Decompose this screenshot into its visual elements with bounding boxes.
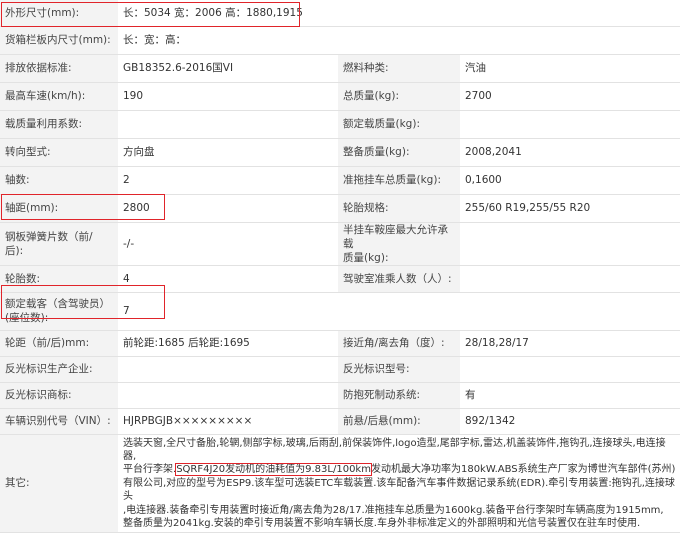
- row-value: HJRPBGJB×××××××××: [118, 408, 338, 435]
- row-label: 反光标识生产企业:: [0, 356, 118, 383]
- row-label: 前悬/后悬(mm):: [338, 408, 460, 435]
- row-value: [460, 222, 680, 266]
- fuel-consumption-highlight: SQRF4J20发动机的油耗值为9.83L/100km: [175, 463, 372, 477]
- table-row: 轴数: 2 准拖挂车总质量(kg): 0,1600: [0, 166, 680, 195]
- row-label-line: 额定载客（含驾驶员）: [5, 298, 110, 310]
- row-label: 货箱栏板内尺寸(mm):: [0, 26, 118, 55]
- table-row: 钢板弹簧片数（前/ 后): -/- 半挂车鞍座最大允许承载 质量(kg):: [0, 222, 680, 266]
- note-line: 选装天窗,全尺寸备胎,轮辋,侧部字标,玻璃,后雨刮,前保装饰件,logo造型,尾…: [123, 437, 666, 462]
- vehicle-spec-sheet: 外形尺寸(mm): 长：5034 宽：2006 高：1880,1915 货箱栏板…: [0, 0, 680, 533]
- table-row: 最高车速(km/h): 190 总质量(kg): 2700: [0, 82, 680, 111]
- table-row: 车辆识别代号（VIN）: HJRPBGJB××××××××× 前悬/后悬(mm)…: [0, 408, 680, 435]
- note-line: 平台行李架.SQRF4J20发动机的油耗值为9.83L/100km发动机最大净功…: [123, 463, 676, 477]
- table-row: 反光标识生产企业: 反光标识型号:: [0, 356, 680, 383]
- row-label: 额定载质量(kg):: [338, 110, 460, 139]
- spec-table: 外形尺寸(mm): 长：5034 宽：2006 高：1880,1915 货箱栏板…: [0, 0, 680, 533]
- row-value: 2: [118, 166, 338, 195]
- table-row: 反光标识商标: 防抱死制动系统: 有: [0, 382, 680, 409]
- row-label: 总质量(kg):: [338, 82, 460, 111]
- row-label-line: 后):: [5, 244, 24, 257]
- row-value: [118, 382, 338, 409]
- table-row: 货箱栏板内尺寸(mm): 长：宽：高：: [0, 26, 680, 55]
- row-value: [460, 110, 680, 139]
- note-line: ,电连接器.装备牵引专用装置时接近角/离去角为28/17.准拖挂车总质量为160…: [123, 504, 664, 516]
- row-label: 轮胎数:: [0, 265, 118, 293]
- row-value: 255/60 R19,255/55 R20: [460, 194, 680, 223]
- table-row: 轴距(mm): 2800 轮胎规格: 255/60 R19,255/55 R20: [0, 194, 680, 223]
- row-value: 前轮距:1685 后轮距:1695: [118, 330, 338, 357]
- row-value: 190: [118, 82, 338, 111]
- table-row: 轮胎数: 4 驾驶室准乘人数（人）:: [0, 265, 680, 293]
- row-label: 防抱死制动系统:: [338, 382, 460, 409]
- row-label: 最高车速(km/h):: [0, 82, 118, 111]
- row-label-line: 质量(kg):: [343, 251, 389, 264]
- other-notes: 选装天窗,全尺寸备胎,轮辋,侧部字标,玻璃,后雨刮,前保装饰件,logo造型,尾…: [118, 434, 680, 533]
- row-label: 轮胎规格:: [338, 194, 460, 223]
- row-label: 反光标识商标:: [0, 382, 118, 409]
- row-label: 整备质量(kg):: [338, 138, 460, 167]
- row-label: 外形尺寸(mm):: [0, 0, 118, 27]
- row-label: 载质量利用系数:: [0, 110, 118, 139]
- row-value: GB18352.6-2016国VI: [118, 54, 338, 83]
- note-line: 整备质量为2041kg.安装的牵引专用装置不影响车辆长度.车身外非标准定义的外部…: [123, 517, 641, 529]
- row-label: 半挂车鞍座最大允许承载 质量(kg):: [338, 222, 460, 266]
- row-value: 长：5034 宽：2006 高：1880,1915: [118, 0, 680, 27]
- row-label: 轴距(mm):: [0, 194, 118, 223]
- row-value: 有: [460, 382, 680, 409]
- row-value: 2008,2041: [460, 138, 680, 167]
- row-value: [460, 356, 680, 383]
- row-label: 转向型式:: [0, 138, 118, 167]
- table-row: 轮距（前/后)mm: 前轮距:1685 后轮距:1695 接近角/离去角（度）:…: [0, 330, 680, 357]
- table-row: 转向型式: 方向盘 整备质量(kg): 2008,2041: [0, 138, 680, 167]
- row-label: 准拖挂车总质量(kg):: [338, 166, 460, 195]
- row-value: 28/18,28/17: [460, 330, 680, 357]
- row-value: 892/1342: [460, 408, 680, 435]
- row-label: 反光标识型号:: [338, 356, 460, 383]
- row-value: 2800: [118, 194, 338, 223]
- row-value: 汽油: [460, 54, 680, 83]
- row-value: 7: [118, 292, 680, 331]
- row-value: 2700: [460, 82, 680, 111]
- row-label-line: 钢板弹簧片数（前/: [5, 230, 93, 243]
- row-label: 排放依据标准:: [0, 54, 118, 83]
- table-row: 载质量利用系数: 额定载质量(kg):: [0, 110, 680, 139]
- row-label: 轮距（前/后)mm:: [0, 330, 118, 357]
- row-label: 轴数:: [0, 166, 118, 195]
- table-row-other: 其它: 选装天窗,全尺寸备胎,轮辋,侧部字标,玻璃,后雨刮,前保装饰件,logo…: [0, 434, 680, 533]
- row-label: 驾驶室准乘人数（人）:: [338, 265, 460, 293]
- row-label-line: 半挂车鞍座最大允许承载: [343, 223, 448, 250]
- row-label-line: (座位数):: [5, 312, 49, 324]
- row-value: [118, 110, 338, 139]
- table-row: 外形尺寸(mm): 长：5034 宽：2006 高：1880,1915: [0, 0, 680, 27]
- row-value: [118, 356, 338, 383]
- row-value: 0,1600: [460, 166, 680, 195]
- table-row: 额定载客（含驾驶员） (座位数): 7: [0, 292, 680, 331]
- row-label: 接近角/离去角（度）:: [338, 330, 460, 357]
- note-text: 平台行李架.: [123, 464, 177, 476]
- row-label: 燃料种类:: [338, 54, 460, 83]
- table-row: 排放依据标准: GB18352.6-2016国VI 燃料种类: 汽油: [0, 54, 680, 83]
- row-label: 车辆识别代号（VIN）:: [0, 408, 118, 435]
- note-text: 发动机最大净功率为180kW.ABS系统生产厂家为博世汽车部件(苏州): [370, 464, 676, 476]
- row-label: 额定载客（含驾驶员） (座位数):: [0, 292, 118, 331]
- row-value: [460, 265, 680, 293]
- other-label: 其它:: [0, 434, 118, 533]
- row-value: 方向盘: [118, 138, 338, 167]
- row-value: -/-: [118, 222, 338, 266]
- row-value: 4: [118, 265, 338, 293]
- row-label: 钢板弹簧片数（前/ 后):: [0, 222, 118, 266]
- note-line: 有限公司,对应的型号为ESP9.该车型可选装ETC车载装置.该车配备汽车事件数据…: [123, 477, 675, 503]
- row-value: 长：宽：高：: [118, 26, 680, 55]
